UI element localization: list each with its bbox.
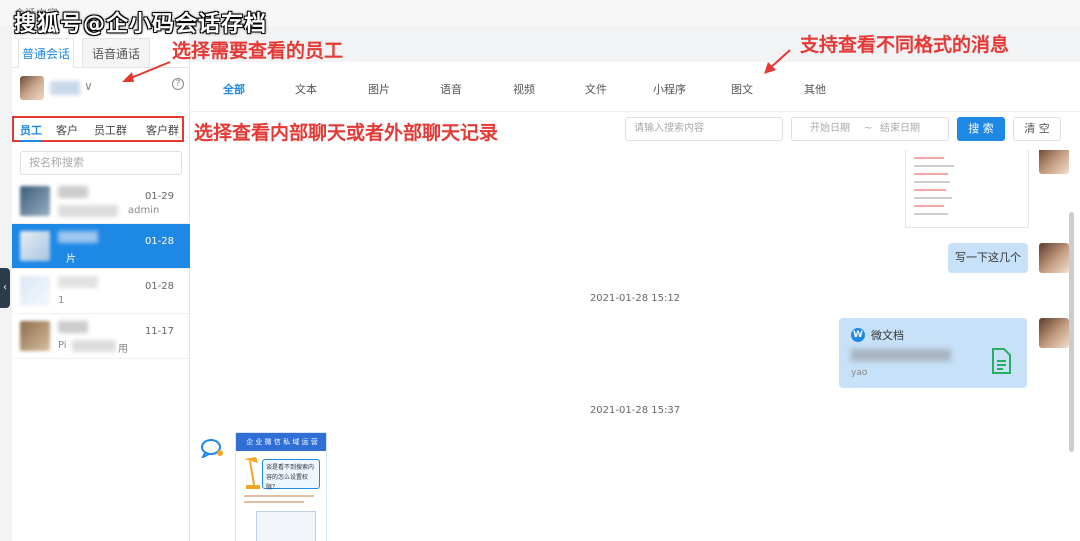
subtab-customer-group[interactable]: 客户群 xyxy=(146,122,179,138)
search-button[interactable]: 搜 索 xyxy=(957,117,1005,141)
avatar xyxy=(1039,243,1069,273)
search-input[interactable]: 按名称搜索 xyxy=(20,151,182,175)
chevron-down-icon[interactable]: ∨ xyxy=(84,79,93,93)
tab-normal-chat[interactable]: 普通会话 xyxy=(18,38,74,68)
subtab-employee-group[interactable]: 员工群 xyxy=(94,122,127,138)
annotation-formats: 支持查看不同格式的消息 xyxy=(800,34,1010,56)
chat-type-tabs: 员工 客户 员工群 客户群 xyxy=(12,116,184,142)
doc-user: yao xyxy=(851,368,868,378)
avatar xyxy=(20,276,50,306)
avatar xyxy=(20,186,50,216)
contact-name xyxy=(58,321,88,333)
start-date-field[interactable]: 开始日期 xyxy=(810,118,850,140)
employee-name xyxy=(50,81,80,95)
list-item[interactable]: 01-28 1 xyxy=(12,269,190,314)
item-preview-tail: 用 xyxy=(118,344,128,355)
subtab-customer[interactable]: 客户 xyxy=(56,122,78,138)
annotation-internal-external: 选择查看内部聊天或者外部聊天记录 xyxy=(194,122,499,144)
item-preview: 片 xyxy=(66,254,76,265)
keyword-input[interactable]: 请输入搜索内容 xyxy=(625,117,783,141)
bot-avatar-icon xyxy=(201,439,223,458)
lamp-icon xyxy=(244,457,260,489)
type-tab-all[interactable]: 全部 xyxy=(223,81,245,97)
document-icon xyxy=(992,348,1011,374)
timestamp: 2021-01-28 15:12 xyxy=(589,293,681,304)
image-message[interactable] xyxy=(905,150,1029,228)
item-preview: admin xyxy=(128,205,160,216)
poster-header: 企 业 微 信 私 域 运 营 xyxy=(236,433,326,451)
text-message: 写一下这几个 xyxy=(948,243,1028,273)
clear-button[interactable]: 清 空 xyxy=(1013,117,1061,141)
chat-history: 写一下这几个 2021-01-28 15:12 W 微文档 yao 2021-0… xyxy=(190,150,1080,541)
preview-blur xyxy=(72,340,116,352)
preview-blur xyxy=(58,205,118,217)
message-type-tabs: 全部 文本 图片 语音 视频 文件 小程序 图文 其他 xyxy=(190,62,1080,112)
doc-title: 微文档 xyxy=(871,329,904,342)
avatar xyxy=(1039,150,1069,174)
item-preview: Pi xyxy=(58,340,67,351)
arrow-icon xyxy=(764,49,791,74)
end-date-field[interactable]: 结束日期 xyxy=(880,118,920,140)
subtab-employee[interactable]: 员工 xyxy=(20,122,42,142)
date-range-picker[interactable]: 开始日期 ~ 结束日期 xyxy=(791,117,949,141)
avatar xyxy=(20,76,44,100)
poster-question: 谈是看不到搜索内容的怎么设置权限？ xyxy=(262,459,320,491)
annotation-select-employee: 选择需要查看的员工 xyxy=(172,40,344,62)
contact-name xyxy=(58,276,98,288)
article-message[interactable]: 企 业 微 信 私 域 运 营 谈是看不到搜索内容的怎么设置权限？ xyxy=(235,432,327,541)
contact-name xyxy=(58,186,88,198)
contact-name xyxy=(58,231,98,243)
list-item[interactable]: 01-29 admin xyxy=(12,179,190,224)
item-date: 11-17 xyxy=(144,326,174,337)
type-tab-voice[interactable]: 语音 xyxy=(440,81,462,97)
avatar xyxy=(1039,318,1069,348)
avatar xyxy=(20,321,50,351)
item-date: 01-29 xyxy=(144,191,174,202)
type-tab-other[interactable]: 其他 xyxy=(804,81,826,97)
type-tab-text[interactable]: 文本 xyxy=(295,81,317,97)
watermark: 搜狐号@企小码会话存档 xyxy=(14,12,268,37)
avatar xyxy=(20,231,50,261)
timestamp: 2021-01-28 15:37 xyxy=(589,405,681,416)
collapse-handle[interactable]: ‹ xyxy=(0,268,10,308)
conversation-list: 01-29 admin 01-28 片 01-28 1 11-17 Pi 用 xyxy=(12,179,190,359)
type-tab-miniprogram[interactable]: 小程序 xyxy=(653,81,686,97)
type-tab-article[interactable]: 图文 xyxy=(731,81,753,97)
scrollbar[interactable] xyxy=(1069,212,1074,452)
item-date: 01-28 xyxy=(144,236,174,247)
left-panel: 普通会话 语音通话 ∨ ? 员工 客户 员工群 客户群 按名称搜索 01-29 … xyxy=(12,26,190,541)
wedoc-icon: W xyxy=(851,328,865,342)
item-preview: 1 xyxy=(58,295,65,306)
poster-screenshot xyxy=(256,511,316,541)
doc-name-blur xyxy=(851,349,951,361)
doc-message[interactable]: W 微文档 yao xyxy=(839,318,1027,388)
arrow-icon xyxy=(122,61,171,82)
type-tab-video[interactable]: 视频 xyxy=(513,81,535,97)
type-tab-image[interactable]: 图片 xyxy=(368,81,390,97)
date-separator: ~ xyxy=(864,123,873,134)
list-item[interactable]: 01-28 片 xyxy=(12,224,190,269)
list-item[interactable]: 11-17 Pi 用 xyxy=(12,314,190,359)
type-tab-file[interactable]: 文件 xyxy=(585,81,607,97)
item-date: 01-28 xyxy=(144,281,174,292)
